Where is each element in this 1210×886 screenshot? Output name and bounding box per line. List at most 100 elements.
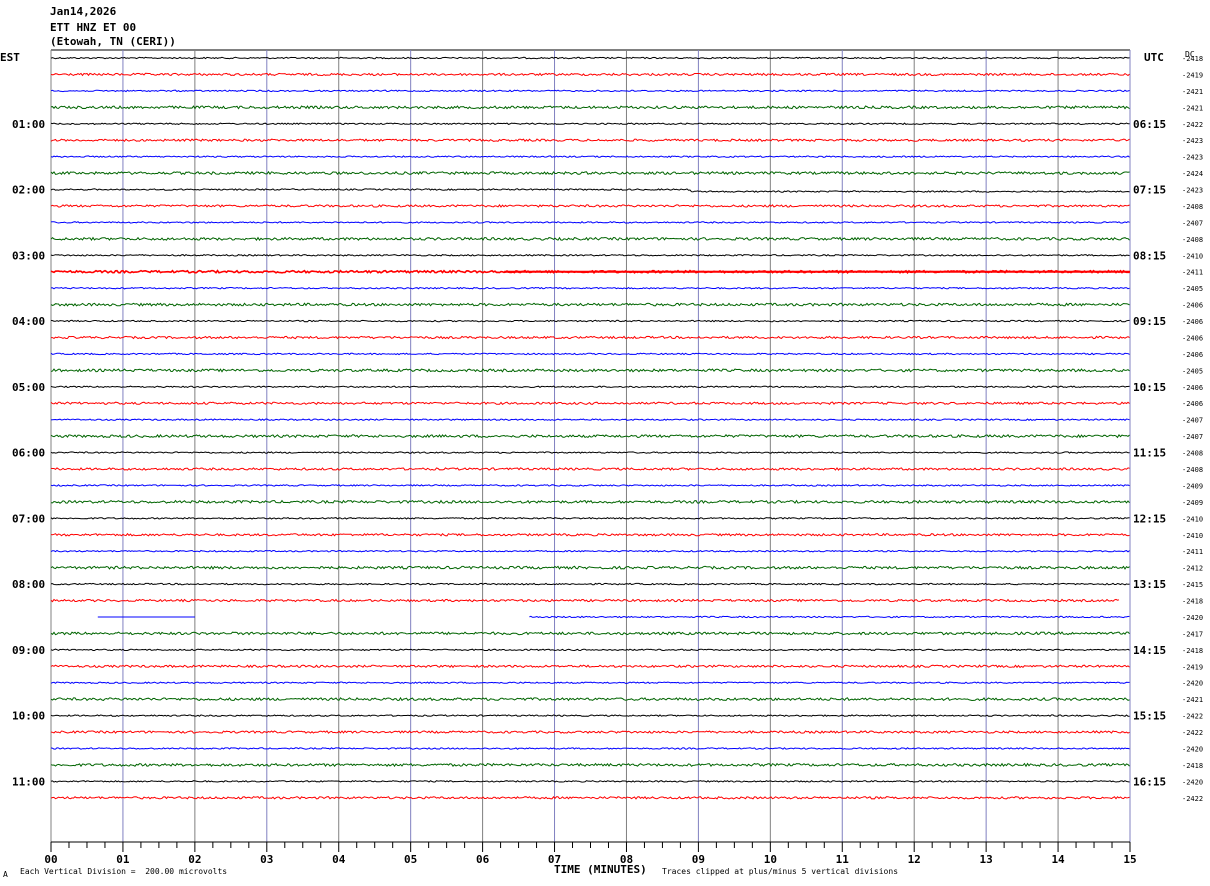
dc-offset-label: -2405 (1182, 285, 1203, 293)
left-hour-label: 10:00 (12, 710, 45, 723)
trace-31 (50, 565, 1130, 570)
dc-offset-label: -2410 (1182, 252, 1203, 260)
dc-offset-label: -2424 (1182, 170, 1203, 178)
dc-offset-label: -2418 (1182, 647, 1203, 655)
trace-6 (50, 155, 1130, 158)
trace-26 (50, 484, 1130, 487)
trace-20-segment (50, 385, 1130, 389)
trace-26-segment (50, 484, 1130, 487)
corner-mark: A (3, 870, 8, 879)
trace-34-segment (529, 615, 1130, 619)
x-tick-label: 02 (188, 853, 201, 866)
trace-10 (50, 221, 1130, 224)
dc-offset-label: -2417 (1182, 630, 1203, 638)
dc-offset-label: -2422 (1182, 713, 1203, 721)
dc-offset-label: -2419 (1182, 71, 1203, 79)
dc-offset-label: -2421 (1182, 104, 1203, 112)
trace-34 (97, 615, 1130, 619)
trace-17-segment (51, 335, 1130, 340)
trace-25-segment (50, 467, 1130, 471)
right-hour-label: 15:15 (1133, 710, 1166, 723)
dc-offset-label: -2406 (1182, 384, 1203, 392)
dc-offset-label: -2408 (1182, 203, 1203, 211)
x-axis-title: TIME (MINUTES) (554, 863, 647, 876)
right-hour-label: 13:15 (1133, 578, 1166, 591)
left-hour-label: 07:00 (12, 512, 45, 525)
trace-4-segment (50, 122, 1130, 126)
dc-offset-label: -2406 (1182, 318, 1203, 326)
trace-15 (50, 302, 1130, 307)
dc-offset-label: -2420 (1182, 745, 1203, 753)
trace-2-segment (50, 89, 1130, 93)
right-hour-label: 07:15 (1133, 184, 1166, 197)
dc-offset-label: -2420 (1182, 614, 1203, 622)
x-tick-label: 14 (1051, 853, 1065, 866)
x-tick-label: 13 (980, 853, 993, 866)
trace-35 (50, 631, 1130, 636)
dc-offset-label: -2422 (1182, 729, 1203, 737)
dc-offset-label: -2410 (1182, 532, 1203, 540)
trace-5 (50, 138, 1130, 143)
trace-15-segment (50, 302, 1130, 307)
trace-31-segment (50, 565, 1130, 570)
trace-0 (50, 56, 1130, 60)
dc-offset-label: -2408 (1182, 236, 1203, 244)
seismogram-chart: 01:00 02:00 03:00 04:00 05:00 06:00 07:00 08:00… (12, 49, 1203, 866)
dc-offset-label: -2409 (1182, 482, 1203, 490)
dc-offset-label: -2411 (1182, 269, 1203, 277)
dc-offset-label: -2407 (1182, 219, 1203, 227)
right-hour-label: 14:15 (1133, 644, 1166, 657)
dc-offset-label: -2406 (1182, 351, 1203, 359)
trace-10-segment (50, 221, 1130, 224)
dc-offset-label: -2407 (1182, 417, 1203, 425)
scale-note: Each Vertical Division = 200.00 microvol… (20, 867, 228, 876)
x-tick-label: 06 (476, 853, 490, 866)
trace-22-segment (50, 418, 1130, 422)
trace-8 (50, 188, 1130, 193)
right-hour-label: 12:15 (1133, 512, 1166, 525)
trace-45 (50, 796, 1130, 800)
left-hour-label: 03:00 (12, 249, 45, 262)
left-hour-label: 06:00 (12, 447, 45, 460)
trace-3 (50, 105, 1130, 110)
left-hour-label: 05:00 (12, 381, 45, 394)
left-hour-label: 01:00 (12, 118, 45, 131)
trace-11 (50, 236, 1130, 242)
trace-3-segment (50, 105, 1130, 110)
left-hour-label: 04:00 (12, 315, 45, 328)
trace-29 (50, 532, 1130, 537)
trace-21-segment (50, 401, 1130, 406)
trace-12-segment (50, 253, 1130, 257)
trace-44-segment (50, 780, 1130, 783)
trace-32 (50, 582, 1130, 586)
dc-offset-label: -2420 (1182, 680, 1203, 688)
trace-29-segment (50, 532, 1130, 537)
trace-44 (50, 780, 1130, 783)
right-hour-label: 16:15 (1133, 775, 1166, 788)
trace-5-segment (50, 138, 1130, 143)
trace-37 (50, 664, 1130, 669)
dc-offset-label: -2419 (1182, 663, 1203, 671)
dc-offset-label: -2420 (1182, 778, 1203, 786)
trace-12 (50, 253, 1130, 257)
dc-offset-label: -2408 (1182, 466, 1203, 474)
trace-16-segment (50, 319, 1130, 323)
x-tick-label: 09 (692, 853, 705, 866)
trace-36 (50, 648, 1130, 652)
trace-4 (50, 122, 1130, 126)
trace-6-segment (50, 155, 1130, 158)
dc-offset-label: -2408 (1182, 450, 1203, 458)
left-hour-label: 02:00 (12, 184, 45, 197)
trace-41 (50, 730, 1130, 734)
left-hour-label: 11:00 (12, 775, 45, 788)
trace-37-segment (50, 664, 1130, 669)
trace-45-segment (50, 796, 1130, 800)
x-tick-label: 15 (1123, 853, 1136, 866)
left-hour-label: 08:00 (12, 578, 45, 591)
trace-22 (50, 418, 1130, 422)
left-hour-label: 09:00 (12, 644, 45, 657)
trace-27 (50, 499, 1130, 504)
trace-40 (50, 714, 1130, 717)
right-hour-label: 06:15 (1133, 118, 1166, 131)
clip-note: Traces clipped at plus/minus 5 vertical … (662, 867, 899, 876)
